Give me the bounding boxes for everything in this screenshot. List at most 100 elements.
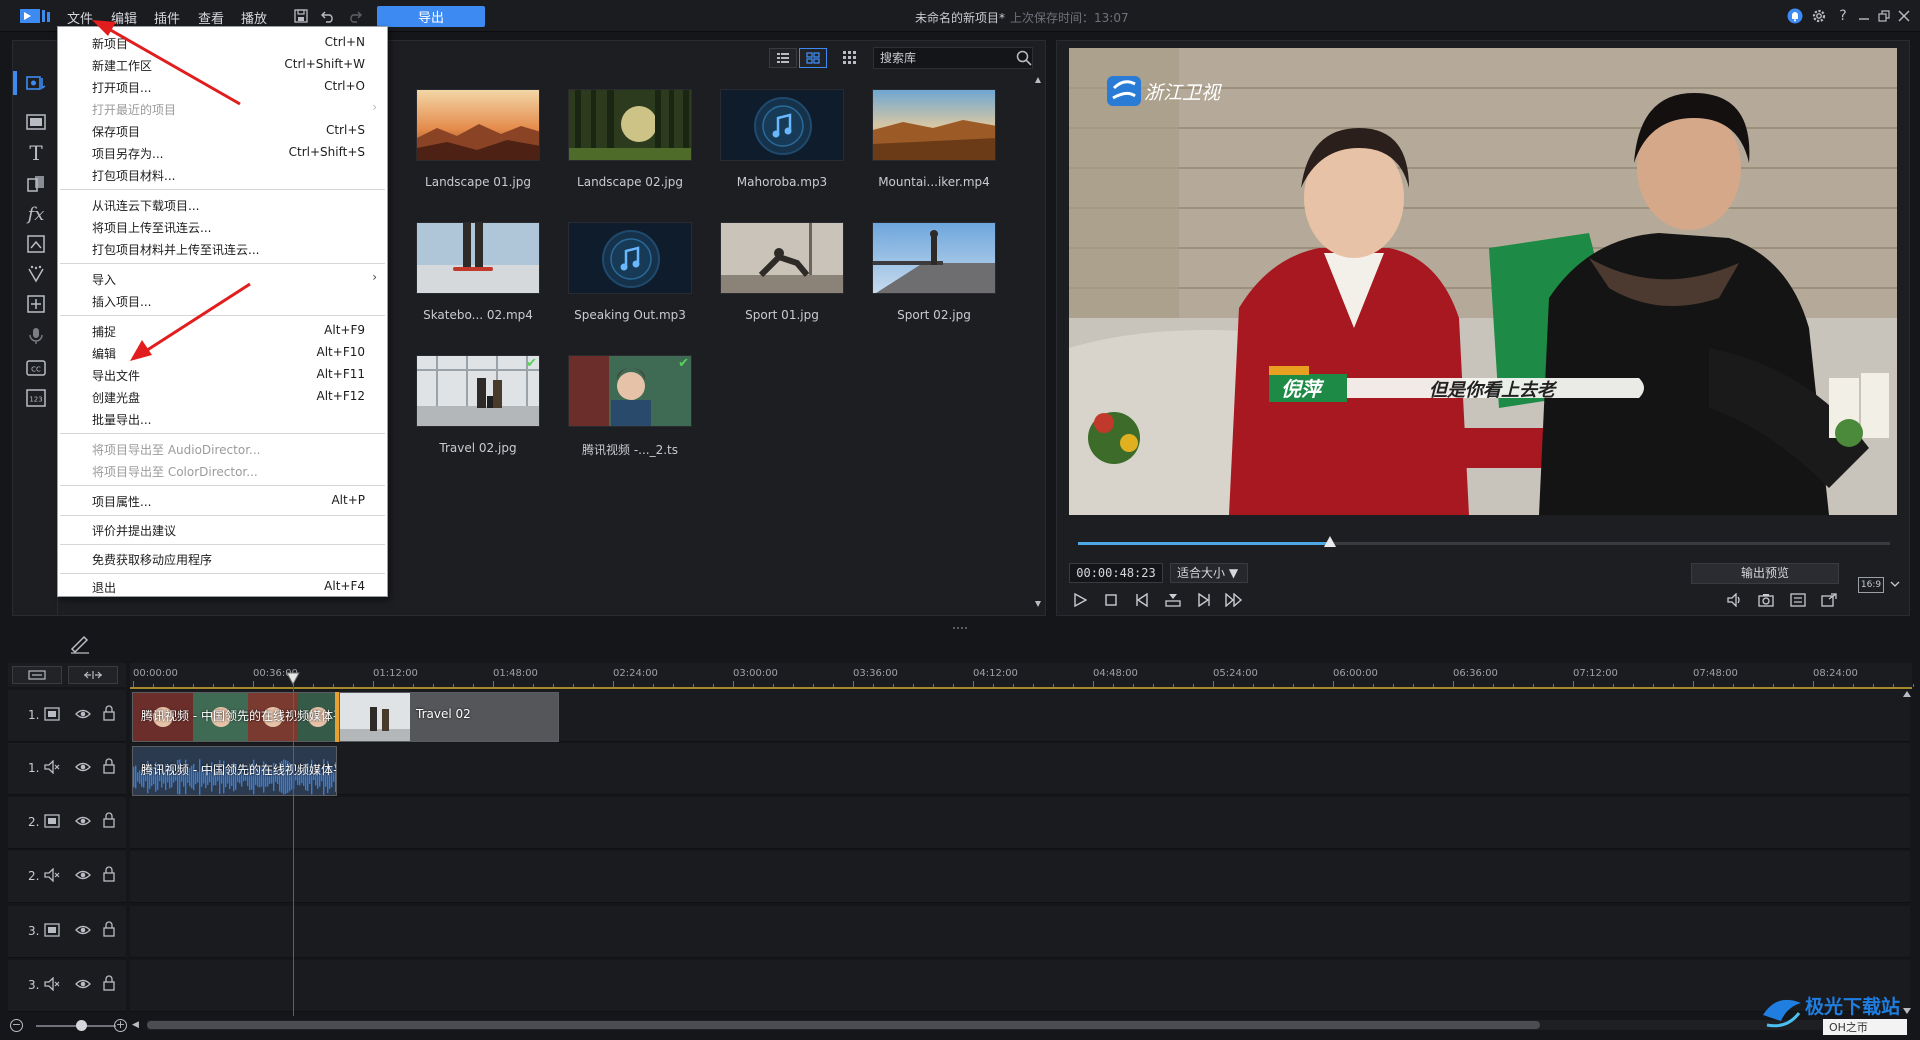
fast-forward-icon[interactable] [1223,589,1245,611]
track-lock-icon[interactable] [102,975,116,991]
menu-item-save-project[interactable]: 保存项目 Ctrl+S [58,119,387,141]
menu-item-capture[interactable]: 捕捉 Alt+F9 [58,319,387,341]
timeline-audio-clip-tencent[interactable]: 腾讯视频 - 中国领先的在线视频媒体平 [132,746,337,796]
volume-icon[interactable] [1724,589,1746,611]
details-view-button[interactable] [769,48,797,68]
timeline-vertical-scrollbar[interactable] [1902,690,1912,1015]
menu-item-export-file[interactable]: 导出文件 Alt+F11 [58,363,387,385]
ratio-dropdown-chevron-icon[interactable] [1887,573,1903,595]
edit-pencil-icon[interactable] [68,631,92,655]
pip-object-icon[interactable] [23,231,49,257]
display-settings-icon[interactable] [1787,589,1809,611]
menu-item-recent-projects[interactable]: 打开最近的项目 › [58,97,387,119]
zoom-in-icon[interactable]: + [114,1019,127,1032]
menu-item-edit[interactable]: 编辑 Alt+F10 [58,341,387,363]
track-visibility-eye-icon[interactable] [75,977,91,991]
grid-view-icon[interactable] [842,50,858,66]
timeline-ruler[interactable]: 00:00:00 00:36:00 01:12:00 01:48:00 02:24:00… [130,663,1914,689]
zoom-slider-knob[interactable] [76,1020,87,1031]
playhead-marker[interactable] [286,672,300,686]
particle-icon[interactable] [23,261,49,287]
undock-window-icon[interactable] [1818,589,1840,611]
play-icon[interactable] [1069,589,1091,611]
menu-play[interactable]: 播放 [241,8,267,27]
media-item-travel-02[interactable]: ✔ Travel 02.jpg [416,355,540,455]
track-lock-icon[interactable] [102,758,116,774]
media-item-speaking-out[interactable]: Speaking Out.mp3 [568,222,692,322]
save-icon[interactable] [290,5,312,27]
track-visibility-eye-icon[interactable] [75,707,91,721]
zoom-out-icon[interactable]: − [10,1019,23,1032]
preview-video-frame[interactable]: 浙江卫视 倪萍 但是你看上去老 [1069,48,1897,515]
menu-plugin[interactable]: 插件 [154,8,180,27]
microphone-icon[interactable] [23,323,49,349]
menu-item-export-audiodirector[interactable]: 将项目导出至 AudioDirector... [58,437,387,459]
title-text-icon[interactable]: T [23,140,49,166]
menu-item-download-cloud[interactable]: 从讯连云下载项目... [58,193,387,215]
menu-item-import[interactable]: 导入 › [58,267,387,289]
scrollbar-thumb[interactable] [147,1021,1540,1029]
media-item-skateboard[interactable]: Skatebo... 02.mp4 [416,222,540,322]
track-lane-video-3[interactable] [130,906,1910,958]
effects-fx-icon[interactable]: fx [23,201,49,227]
menu-item-save-as[interactable]: 项目另存为... Ctrl+Shift+S [58,141,387,163]
split-clip-icon[interactable] [1162,589,1184,611]
fit-timeline-button[interactable] [68,666,118,684]
track-lock-icon[interactable] [102,812,116,828]
search-icon[interactable] [1016,50,1032,66]
timeline-video-clip-travel[interactable]: Travel 02 [339,692,559,742]
menu-item-feedback[interactable]: 评价并提出建议 [58,518,387,540]
media-item-landscape-01[interactable]: Landscape 01.jpg [416,89,540,189]
track-lock-icon[interactable] [102,921,116,937]
fit-size-select[interactable]: 适合大小 ▼ [1170,563,1248,583]
menu-item-project-properties[interactable]: 项目属性... Alt+P [58,489,387,511]
scroll-left-icon[interactable]: ◀ [132,1020,142,1030]
menu-item-insert-project[interactable]: 插入项目... [58,289,387,311]
timeline-video-clip-tencent[interactable]: 腾讯视频 - 中国领先的在线视频媒体平 [132,692,337,742]
track-lock-icon[interactable] [102,705,116,721]
closed-caption-icon[interactable]: CC [23,355,49,381]
aspect-ratio-badge[interactable]: 16:9 [1858,577,1884,593]
export-button[interactable]: 导出 [377,6,485,27]
undo-icon[interactable] [317,5,339,27]
settings-gear-icon[interactable] [1808,5,1830,27]
track-visibility-eye-icon[interactable] [75,868,91,882]
next-frame-icon[interactable] [1193,589,1215,611]
redo-icon[interactable] [344,5,366,27]
menu-edit[interactable]: 编辑 [111,8,137,27]
menu-item-pack-materials[interactable]: 打包项目材料... [58,163,387,185]
preview-scrub-slider[interactable] [1078,536,1890,547]
track-visibility-eye-icon[interactable] [75,923,91,937]
stop-icon[interactable] [1100,589,1122,611]
menu-item-create-disc[interactable]: 创建光盘 Alt+F12 [58,385,387,407]
menu-item-pack-upload-cloud[interactable]: 打包项目材料并上传至讯连云... [58,237,387,259]
playhead-line[interactable] [293,686,294,1016]
track-visibility-eye-icon[interactable] [75,760,91,774]
panel-resize-handle-icon[interactable] [952,625,968,631]
menu-item-new-project[interactable]: 新项目 Ctrl+N [58,31,387,53]
track-lane-video-2[interactable] [130,797,1910,849]
menu-item-upload-cloud[interactable]: 将项目上传至讯连云... [58,215,387,237]
help-icon[interactable]: ? [1832,5,1854,27]
video-template-icon[interactable] [23,109,49,135]
track-manager-button[interactable] [12,666,62,684]
menu-view[interactable]: 查看 [198,8,224,27]
menu-file[interactable]: 文件 [67,8,93,27]
transition-icon[interactable] [23,171,49,197]
menu-item-batch-export[interactable]: 批量导出... [58,407,387,429]
scrub-handle[interactable] [1323,536,1336,547]
thumbnail-view-button[interactable] [799,48,827,68]
menu-item-get-mobile-app[interactable]: 免费获取移动应用程序 [58,547,387,569]
media-item-tencent-video[interactable]: ✔ 腾讯视频 -..._2.ts [568,355,692,458]
track-lock-icon[interactable] [102,866,116,882]
track-lane-audio-2[interactable] [130,851,1910,903]
media-item-mountain-biker[interactable]: Mountai...iker.mp4 [872,89,996,189]
media-search-input[interactable]: 搜索库 [873,47,1033,69]
media-room-icon[interactable] [23,71,49,97]
minimize-icon[interactable] [1853,5,1875,27]
subtitle-frame-icon[interactable] [23,291,49,317]
media-item-sport-01[interactable]: Sport 01.jpg [720,222,844,322]
snapshot-camera-icon[interactable] [1755,589,1777,611]
media-scrollbar[interactable] [1035,77,1041,607]
restore-icon[interactable] [1873,5,1895,27]
